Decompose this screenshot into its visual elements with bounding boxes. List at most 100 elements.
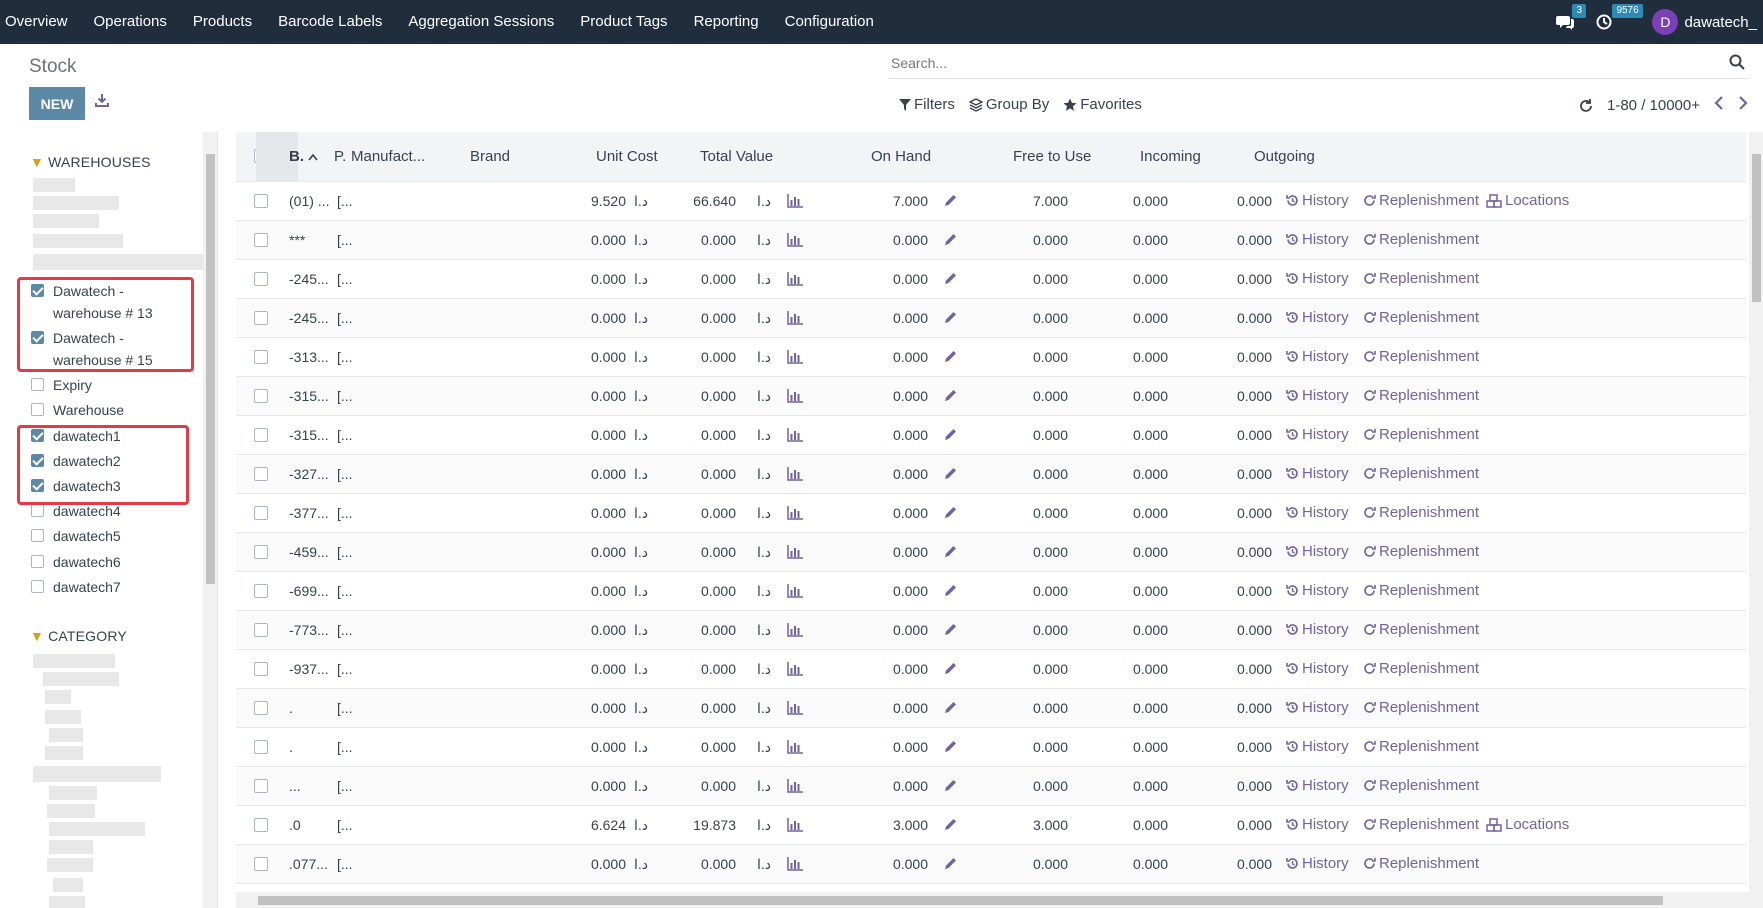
table-row[interactable]: -315... [... 0.000 د.ا 0.000 د.ا 0.000 0.000 0.0… [236,377,1746,416]
history-button[interactable]: History [1286,738,1349,755]
bar-chart-icon[interactable] [787,623,803,637]
table-row[interactable]: -245... [... 0.000 د.ا 0.000 د.ا 0.000 0.000 0.0… [236,299,1746,338]
history-button[interactable]: History [1286,777,1349,794]
bar-chart-icon[interactable] [787,194,803,208]
column-b[interactable]: B. [289,148,318,165]
replenishment-button[interactable]: Replenishment [1363,231,1479,248]
replenishment-button[interactable]: Replenishment [1363,309,1479,326]
table-row[interactable]: -377... [... 0.000 د.ا 0.000 د.ا 0.000 0.000 0.0… [236,494,1746,533]
bar-chart-icon[interactable] [787,779,803,793]
history-button[interactable]: History [1286,231,1349,248]
replenishment-button[interactable]: Replenishment [1363,738,1479,755]
bar-chart-icon[interactable] [787,467,803,481]
warehouse-option-dawatech7[interactable]: dawatech7 [31,576,121,598]
bar-chart-icon[interactable] [787,740,803,754]
replenishment-button[interactable]: Replenishment [1363,387,1479,404]
download-button[interactable] [95,93,109,110]
table-vertical-scrollbar[interactable] [1749,132,1763,892]
replenishment-button[interactable]: Replenishment [1363,699,1479,716]
messages-button[interactable]: 3 [1556,4,1586,30]
avatar[interactable]: D [1652,9,1679,35]
bar-chart-icon[interactable] [787,701,803,715]
bar-chart-icon[interactable] [787,428,803,442]
pager-next-button[interactable] [1738,96,1748,115]
pencil-icon[interactable] [944,623,957,636]
checkbox[interactable] [31,504,44,517]
history-button[interactable]: History [1286,270,1349,287]
replenishment-button[interactable]: Replenishment [1363,426,1479,443]
bar-chart-icon[interactable] [787,506,803,520]
pencil-icon[interactable] [944,311,957,324]
bar-chart-icon[interactable] [787,545,803,559]
replenishment-button[interactable]: Replenishment [1363,348,1479,365]
history-button[interactable]: History [1286,387,1349,404]
menu-aggregation-sessions[interactable]: Aggregation Sessions [395,0,567,44]
pencil-icon[interactable] [944,350,957,363]
pencil-icon[interactable] [944,428,957,441]
pencil-icon[interactable] [944,818,957,831]
warehouse-option-dawatech5[interactable]: dawatech5 [31,525,121,547]
column-incoming[interactable]: Incoming [1140,148,1201,165]
bar-chart-icon[interactable] [787,662,803,676]
table-row[interactable]: -315... [... 0.000 د.ا 0.000 د.ا 0.000 0.000 0.0… [236,416,1746,455]
history-button[interactable]: History [1286,855,1349,872]
pencil-icon[interactable] [944,545,957,558]
column-p[interactable]: P. [334,148,346,165]
checkbox[interactable] [31,555,44,568]
favorites-button[interactable]: Favorites [1063,96,1142,113]
menu-overview[interactable]: Overview [0,0,81,44]
table-row[interactable]: -327... [... 0.000 د.ا 0.000 د.ا 0.000 0.000 0.0… [236,455,1746,494]
checkbox[interactable] [31,378,44,391]
history-button[interactable]: History [1286,504,1349,521]
row-checkbox[interactable] [254,584,268,598]
table-horizontal-scrollbar[interactable] [236,892,1763,908]
history-button[interactable]: History [1286,426,1349,443]
user-menu[interactable]: dawatech_ [1684,14,1757,31]
pager-value[interactable]: 1-80 / 10000+ [1607,97,1700,114]
replenishment-button[interactable]: Replenishment [1363,270,1479,287]
row-checkbox[interactable] [254,779,268,793]
new-button[interactable]: NEW [29,87,85,120]
replenishment-button[interactable]: Replenishment [1363,777,1479,794]
bar-chart-icon[interactable] [787,857,803,871]
table-row[interactable]: (01) ... [... 9.520 د.ا 66.640 د.ا 7.000 7.000 0… [236,182,1746,221]
row-checkbox[interactable] [254,233,268,247]
column-manufacturer[interactable]: Manufact... [351,148,425,165]
history-button[interactable]: History [1286,621,1349,638]
row-checkbox[interactable] [254,857,268,871]
pencil-icon[interactable] [944,233,957,246]
row-checkbox[interactable] [254,350,268,364]
search-input[interactable] [889,49,1689,77]
pencil-icon[interactable] [944,662,957,675]
table-row[interactable]: -773... [... 0.000 د.ا 0.000 د.ا 0.000 0.000 0.0… [236,611,1746,650]
table-row[interactable]: *** [... 0.000 د.ا 0.000 د.ا 0.000 0.000 0.000 0.… [236,221,1746,260]
row-checkbox[interactable] [254,701,268,715]
table-row[interactable]: -699... [... 0.000 د.ا 0.000 د.ا 0.000 0.000 0.0… [236,572,1746,611]
pencil-icon[interactable] [944,506,957,519]
column-brand[interactable]: Brand [470,148,510,165]
row-checkbox[interactable] [254,740,268,754]
history-button[interactable]: History [1286,660,1349,677]
table-row[interactable]: .077... [... 0.000 د.ا 0.000 د.ا 0.000 0.000 0.0… [236,845,1746,884]
replenishment-button[interactable]: Replenishment [1363,621,1479,638]
menu-barcode-labels[interactable]: Barcode Labels [265,0,395,44]
locations-button[interactable]: Locations [1486,816,1569,833]
table-row[interactable]: .0 [... 6.624 د.ا 19.873 د.ا 3.000 3.000 0.000 0.… [236,806,1746,845]
history-button[interactable]: History [1286,582,1349,599]
pencil-icon[interactable] [944,467,957,480]
replenishment-button[interactable]: Replenishment [1363,816,1479,833]
warehouse-option-dawatech6[interactable]: dawatech6 [31,551,121,573]
replenishment-button[interactable]: Replenishment [1363,855,1479,872]
refresh-icon[interactable] [1579,98,1593,113]
checkbox[interactable] [31,403,44,416]
warehouse-option-expiry[interactable]: Expiry [31,374,92,396]
row-checkbox[interactable] [254,545,268,559]
row-checkbox[interactable] [254,389,268,403]
filters-button[interactable]: Filters [899,96,955,113]
history-button[interactable]: History [1286,348,1349,365]
table-row[interactable]: . [... 0.000 د.ا 0.000 د.ا 0.000 0.000 0.000 0.00… [236,728,1746,767]
pencil-icon[interactable] [944,584,957,597]
bar-chart-icon[interactable] [787,350,803,364]
checkbox[interactable] [31,529,44,542]
activities-button[interactable]: 9576 [1596,4,1643,30]
